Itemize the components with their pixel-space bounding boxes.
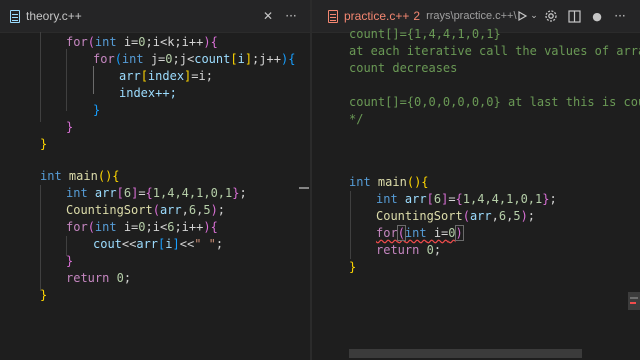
overview-ruler-mark [299,187,309,189]
code-line: int main(){ [349,175,429,189]
code-line: for(int i=0;i<k;i++){ [66,35,218,49]
comment-line: at each iterative call the values of arr… [349,44,640,58]
code-line: } [349,260,357,274]
more-actions-icon[interactable]: ··· [283,8,299,24]
chevron-down-icon[interactable]: ⌄ [526,8,542,24]
indent-guide [66,49,67,111]
code-line: CountingSort(arr,6,5); [66,203,226,217]
file-icon [10,9,20,23]
indent-guide [40,185,41,291]
horizontal-scrollbar[interactable] [349,349,582,358]
split-editor-icon[interactable] [566,8,582,24]
file-icon [328,9,338,23]
indent-guide [40,32,41,122]
more-actions-icon[interactable]: ··· [612,8,628,24]
code-line: for(int i=0;i<6;i++){ [66,220,218,234]
code-line-with-error: for(int i=0) [376,225,464,241]
right-code-editor[interactable]: count[]={1,4,4,1,0,1} at each iterative … [312,27,640,360]
tab-theory[interactable]: theory.c++ [10,0,82,32]
tab-label: theory.c++ [26,9,82,23]
comment-line: count decreases [349,61,458,75]
minimap-error-mark [630,302,636,304]
code-line: } [93,103,101,117]
code-line: } [66,254,74,268]
left-editor-group: theory.c++ ✕ ··· for(int i=0;i<k;i++){ f… [0,0,310,360]
code-line: arr[index]=i; [119,69,213,83]
minimap-slider[interactable] [628,292,640,310]
code-line: index++; [119,86,177,100]
unsaved-dot-icon[interactable]: ● [589,8,605,24]
comment-line: */ [349,112,364,126]
left-code-editor[interactable]: for(int i=0;i<k;i++){ for(int j=0;j<coun… [0,32,310,360]
indent-guide-active [93,66,94,94]
code-line: int arr[6]={1,4,4,1,0,1}; [376,192,557,206]
code-line: CountingSort(arr,6,5); [376,209,536,223]
breadcrumb[interactable]: rrays\practice.c++\ [426,10,516,22]
code-line: cout<<arr[i]<<" "; [93,237,224,251]
code-line: } [66,120,74,134]
gear-icon[interactable] [543,8,559,24]
code-line: return 0; [66,271,132,285]
code-line: for(int j=0;j<count[i];j++){ [93,52,296,66]
minimap-mark [630,297,638,299]
close-icon[interactable]: ✕ [260,8,276,24]
left-tab-bar: theory.c++ ✕ ··· [0,0,310,33]
comment-line: count[]={0,0,0,0,0,0} at last this is co… [349,95,640,109]
code-line: } [40,288,48,302]
code-line: int arr[6]={1,4,4,1,0,1}; [66,186,247,200]
indent-guide [350,191,351,259]
code-line: return 0; [376,243,442,257]
code-line: int main(){ [40,169,120,183]
code-line: } [40,137,48,151]
problem-count: 2 [413,9,421,23]
tab-label: practice.c++ [344,9,410,23]
right-editor-group: practice.c++ 2 rrays\practice.c++\ ⌄ ● ·… [312,0,640,360]
comment-line: count[]={1,4,4,1,0,1} [349,27,501,41]
